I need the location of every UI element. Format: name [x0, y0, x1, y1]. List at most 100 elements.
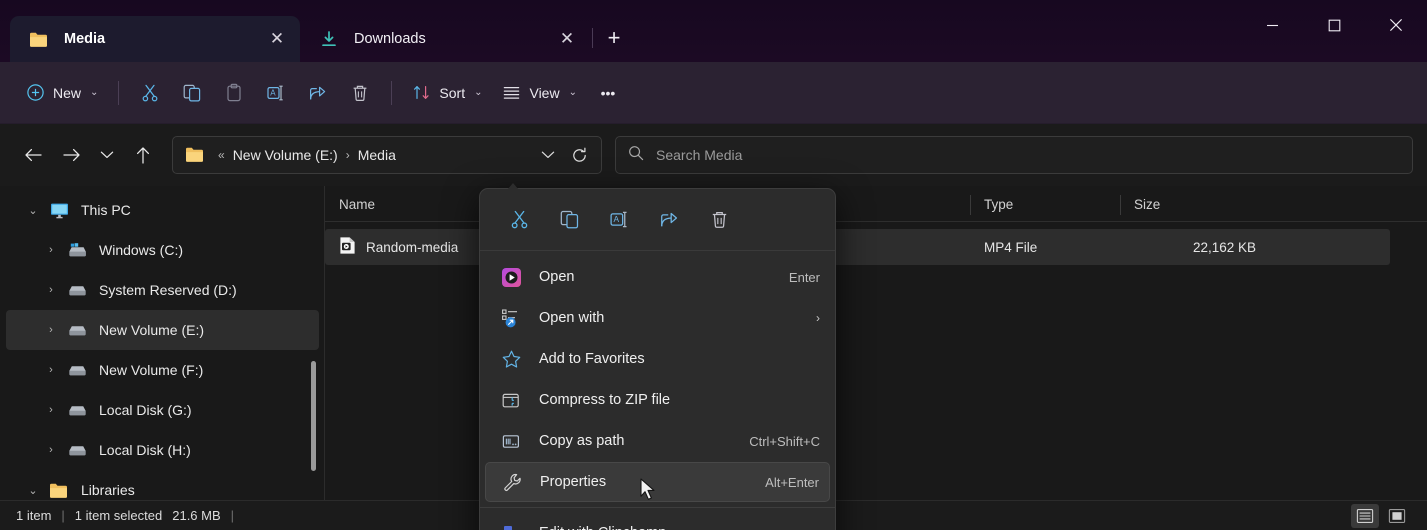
context-menu-item-open-with[interactable]: Open with ›: [485, 298, 830, 338]
details-view-button[interactable]: [1351, 503, 1379, 528]
rename-icon: A: [609, 211, 627, 228]
sidebar-item-new-volume-f[interactable]: › New Volume (F:): [6, 350, 319, 390]
refresh-icon[interactable]: [563, 140, 595, 170]
search-input[interactable]: Search Media: [615, 136, 1413, 174]
chevron-right-icon[interactable]: ›: [38, 237, 64, 263]
share-button[interactable]: [644, 199, 694, 241]
tab-media-close-icon[interactable]: ✕: [262, 24, 292, 54]
sidebar-item-label: Windows (C:): [99, 242, 184, 258]
close-button[interactable]: [1365, 0, 1427, 50]
trash-icon: [354, 85, 367, 101]
cut-button[interactable]: [494, 199, 544, 241]
arrow-left-icon: [24, 148, 42, 162]
context-menu-item-open[interactable]: Open Enter: [485, 257, 830, 297]
tab-divider: [592, 28, 593, 48]
minimize-button[interactable]: [1241, 0, 1303, 50]
view-button[interactable]: View ⌄: [492, 74, 586, 112]
paste-button[interactable]: [213, 74, 255, 112]
share-button[interactable]: [297, 74, 339, 112]
breadcrumb-item-media[interactable]: Media: [355, 145, 399, 165]
chevron-right-icon[interactable]: ›: [38, 317, 64, 343]
sort-button[interactable]: Sort ⌄: [402, 74, 492, 112]
chevron-down-icon: ⌄: [90, 87, 99, 98]
chevron-right-icon[interactable]: ›: [38, 277, 64, 303]
sidebar-scrollbar-thumb[interactable]: [311, 361, 316, 471]
column-header-size[interactable]: Size: [1120, 194, 1270, 216]
clipchamp-icon: c: [499, 522, 523, 530]
sidebar-item-local-disk-h[interactable]: › Local Disk (H:): [6, 430, 319, 470]
sidebar-item-system-reserved-d[interactable]: › System Reserved (D:): [6, 270, 319, 310]
context-menu-item-properties[interactable]: Properties Alt+Enter: [485, 462, 830, 502]
new-button[interactable]: New ⌄: [16, 74, 108, 112]
new-tab-button[interactable]: +: [595, 18, 633, 58]
windows-drive-icon: [64, 239, 90, 261]
breadcrumb-separator: ›: [345, 148, 350, 162]
maximize-button[interactable]: [1303, 0, 1365, 50]
search-placeholder: Search Media: [656, 147, 743, 163]
context-menu-item-copy-as-path[interactable]: Copy as path Ctrl+Shift+C: [485, 421, 830, 461]
tab-downloads-close-icon[interactable]: ✕: [552, 24, 582, 54]
context-menu-item-compress-to-zip[interactable]: Compress to ZIP file: [485, 380, 830, 420]
sidebar-item-this-pc[interactable]: ⌄ This PC: [6, 190, 319, 230]
svg-text:A: A: [271, 88, 277, 97]
window-controls: [1241, 0, 1427, 50]
arrow-up-icon: [136, 146, 150, 164]
copy-button[interactable]: [544, 199, 594, 241]
context-menu-item-add-to-favorites[interactable]: Add to Favorites: [485, 339, 830, 379]
new-button-label: New: [53, 84, 82, 101]
view-button-label: View: [529, 84, 560, 101]
recent-locations-button[interactable]: [90, 137, 124, 173]
chevron-right-icon[interactable]: ›: [38, 397, 64, 423]
context-menu-label: Edit with Clipchamp: [539, 525, 820, 530]
status-selection-size: 21.6 MB: [172, 508, 221, 523]
tab-media[interactable]: Media ✕: [10, 16, 300, 62]
cut-button[interactable]: [129, 74, 171, 112]
trash-icon: [712, 211, 726, 228]
back-button[interactable]: [14, 137, 52, 173]
column-header-date-modified[interactable]: [815, 194, 970, 216]
delete-button[interactable]: [694, 199, 744, 241]
rename-icon: A: [267, 85, 284, 100]
sidebar-item-label: Local Disk (H:): [99, 442, 191, 458]
details-view-icon: [1356, 508, 1374, 523]
chevron-right-icon[interactable]: ›: [38, 437, 64, 463]
large-icons-view-button[interactable]: [1383, 504, 1411, 528]
view-list-icon: [504, 86, 520, 99]
drive-icon: [64, 359, 90, 381]
forward-button[interactable]: [52, 137, 90, 173]
context-menu-label: Compress to ZIP file: [539, 392, 671, 408]
address-bar[interactable]: « New Volume (E:) › Media: [172, 136, 602, 174]
address-dropdown-icon[interactable]: [533, 140, 563, 170]
star-icon: [499, 348, 523, 370]
more-options-label: •••: [600, 84, 616, 101]
rename-button[interactable]: A: [594, 199, 644, 241]
sidebar-item-windows-c[interactable]: › Windows (C:): [6, 230, 319, 270]
column-header-type[interactable]: Type: [970, 194, 1120, 216]
zip-icon: [499, 389, 523, 411]
drive-icon: [64, 279, 90, 301]
delete-button[interactable]: [339, 74, 381, 112]
sidebar-item-label: System Reserved (D:): [99, 282, 237, 298]
chevron-down-icon: [100, 151, 114, 159]
folder-icon: [28, 29, 50, 49]
chevron-right-icon[interactable]: ›: [38, 357, 64, 383]
breadcrumb-item-volume[interactable]: New Volume (E:): [230, 145, 341, 165]
chevron-down-icon[interactable]: ⌄: [20, 197, 46, 223]
copy-icon: [184, 84, 201, 102]
sidebar-item-local-disk-g[interactable]: › Local Disk (G:): [6, 390, 319, 430]
rename-button[interactable]: A: [255, 74, 297, 112]
copy-button[interactable]: [171, 74, 213, 112]
context-menu-label: Copy as path: [539, 433, 625, 449]
drive-icon: [64, 399, 90, 421]
breadcrumb-overflow[interactable]: «: [213, 148, 230, 162]
sidebar-item-label: New Volume (F:): [99, 362, 204, 378]
up-button[interactable]: [124, 137, 162, 173]
tab-downloads[interactable]: Downloads ✕: [300, 16, 590, 62]
more-options-button[interactable]: •••: [587, 74, 629, 112]
navigation-bar: « New Volume (E:) › Media Search Media: [0, 124, 1427, 186]
drive-icon: [64, 319, 90, 341]
context-menu-item-edit-with-clipchamp[interactable]: c Edit with Clipchamp: [485, 513, 830, 530]
sidebar-item-new-volume-e[interactable]: › New Volume (E:): [6, 310, 319, 350]
context-menu-label: Open: [539, 269, 575, 285]
folder-icon: [46, 479, 72, 501]
